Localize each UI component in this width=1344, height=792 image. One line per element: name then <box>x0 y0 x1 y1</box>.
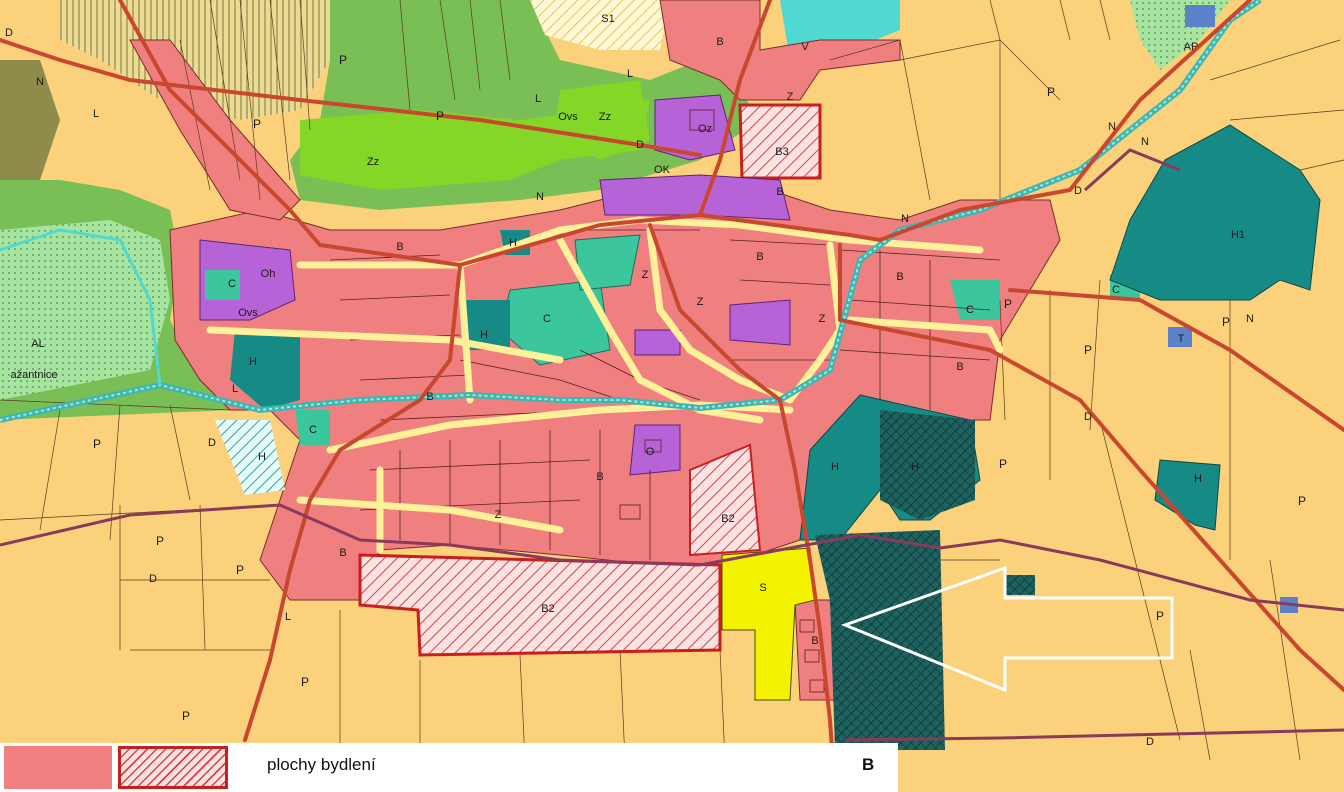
label-b-9: B <box>776 186 783 198</box>
label-c-west: C <box>228 278 236 290</box>
label-z-3: Z <box>787 91 794 103</box>
label-d-1: D <box>5 27 13 39</box>
label-d-6: D <box>208 437 216 449</box>
label-p-6: P <box>93 437 101 451</box>
land-use-map: S1 B3 B2 B2 Zz Zz Oz OK Oh Ovs Ovs O H1 … <box>0 0 1344 792</box>
label-b-8: B <box>956 361 963 373</box>
label-n-6: N <box>1108 121 1116 133</box>
label-p-10: P <box>301 675 309 689</box>
label-ovs: Ovs <box>238 307 258 319</box>
label-ovs-north: Ovs <box>558 111 578 123</box>
label-l-3: L <box>93 108 99 120</box>
label-s1: S1 <box>601 13 614 25</box>
label-p-5: P <box>1084 343 1092 357</box>
label-b-south: B <box>811 635 818 647</box>
label-c-sw: C <box>309 424 317 436</box>
hatched-industry-east <box>880 410 975 520</box>
label-h-east2: H <box>911 461 919 473</box>
label-n-5: N <box>901 213 909 225</box>
label-d-2: D <box>636 139 644 151</box>
label-l-4: L <box>535 93 541 105</box>
technical-area-t2 <box>1185 5 1215 27</box>
label-h-mid: H <box>480 329 488 341</box>
label-l-1: L <box>627 68 633 80</box>
label-p-12: P <box>1004 297 1012 311</box>
label-h-west: H <box>258 451 266 463</box>
label-b-1: B <box>396 241 403 253</box>
planned-residential-b3 <box>738 103 822 180</box>
label-t: T <box>1178 333 1185 345</box>
civic-area-east <box>729 299 791 346</box>
label-d-7: D <box>1074 185 1082 197</box>
label-b-6: B <box>716 36 723 48</box>
label-p-9: P <box>182 709 190 723</box>
label-b-3: B <box>596 471 603 483</box>
label-h-north: H <box>509 237 517 249</box>
label-p-3: P <box>1298 494 1306 508</box>
label-n-2: N <box>536 191 544 203</box>
label-p-4: P <box>1156 609 1164 623</box>
label-c-ne: C <box>1112 284 1120 296</box>
label-n-4: N <box>1246 313 1254 325</box>
label-p-15: P <box>436 109 444 123</box>
label-d-4: D <box>149 573 157 585</box>
legend-code: B <box>862 755 875 774</box>
label-d-5: D <box>1146 736 1154 748</box>
label-o-south: O <box>646 446 655 458</box>
label-n-1: N <box>36 76 44 88</box>
label-z-5: Z <box>697 296 704 308</box>
label-h-east: H <box>831 461 839 473</box>
label-b-2: B <box>426 391 433 403</box>
label-b-5: B <box>896 271 903 283</box>
label-al: AL <box>31 338 44 350</box>
legend-swatch-existing <box>4 746 112 789</box>
label-l-5: L <box>285 611 291 623</box>
label-place: ažantnice <box>10 369 57 381</box>
label-zz-east: Zz <box>599 111 611 123</box>
label-b2-east: B2 <box>721 513 734 525</box>
label-l-2: L <box>232 383 238 395</box>
label-z-1: Z <box>642 269 649 281</box>
label-p-8: P <box>236 563 244 577</box>
label-oz: Oz <box>698 123 712 135</box>
label-d-3: D <box>1084 411 1092 423</box>
legend-bar: plochy bydlení B <box>0 743 898 792</box>
label-n-3: N <box>1141 136 1149 148</box>
hatched-industry-strip <box>1005 575 1035 595</box>
label-h1: H1 <box>1231 229 1245 241</box>
label-p-11: P <box>339 53 347 67</box>
label-z-4: Z <box>495 509 502 521</box>
label-v: V <box>801 41 809 53</box>
label-ap: AP <box>1184 41 1199 53</box>
label-p-1: P <box>1047 85 1055 99</box>
label-p-7: P <box>156 534 164 548</box>
label-h-sw: H <box>249 356 257 368</box>
label-b2-south: B2 <box>541 603 554 615</box>
civic-area-o <box>629 424 681 476</box>
civic-area-center <box>599 174 791 221</box>
label-p-14: P <box>253 117 261 131</box>
legend-swatch-planned <box>118 746 228 789</box>
label-zz: Zz <box>367 156 379 168</box>
label-c-east: C <box>966 304 974 316</box>
label-ok: OK <box>654 164 671 176</box>
civic-area-mid <box>634 329 681 356</box>
label-b-7: B <box>339 547 346 559</box>
label-h-far-east: H <box>1194 473 1202 485</box>
label-oh: Oh <box>261 268 276 280</box>
label-z-2: Z <box>819 313 826 325</box>
label-b3: B3 <box>775 146 788 158</box>
legend-label: plochy bydlení <box>267 755 376 774</box>
label-p-13: P <box>1222 315 1230 329</box>
label-s: S <box>759 582 766 594</box>
label-p-2: P <box>999 457 1007 471</box>
label-c-mid: C <box>543 313 551 325</box>
label-b-4: B <box>756 251 763 263</box>
